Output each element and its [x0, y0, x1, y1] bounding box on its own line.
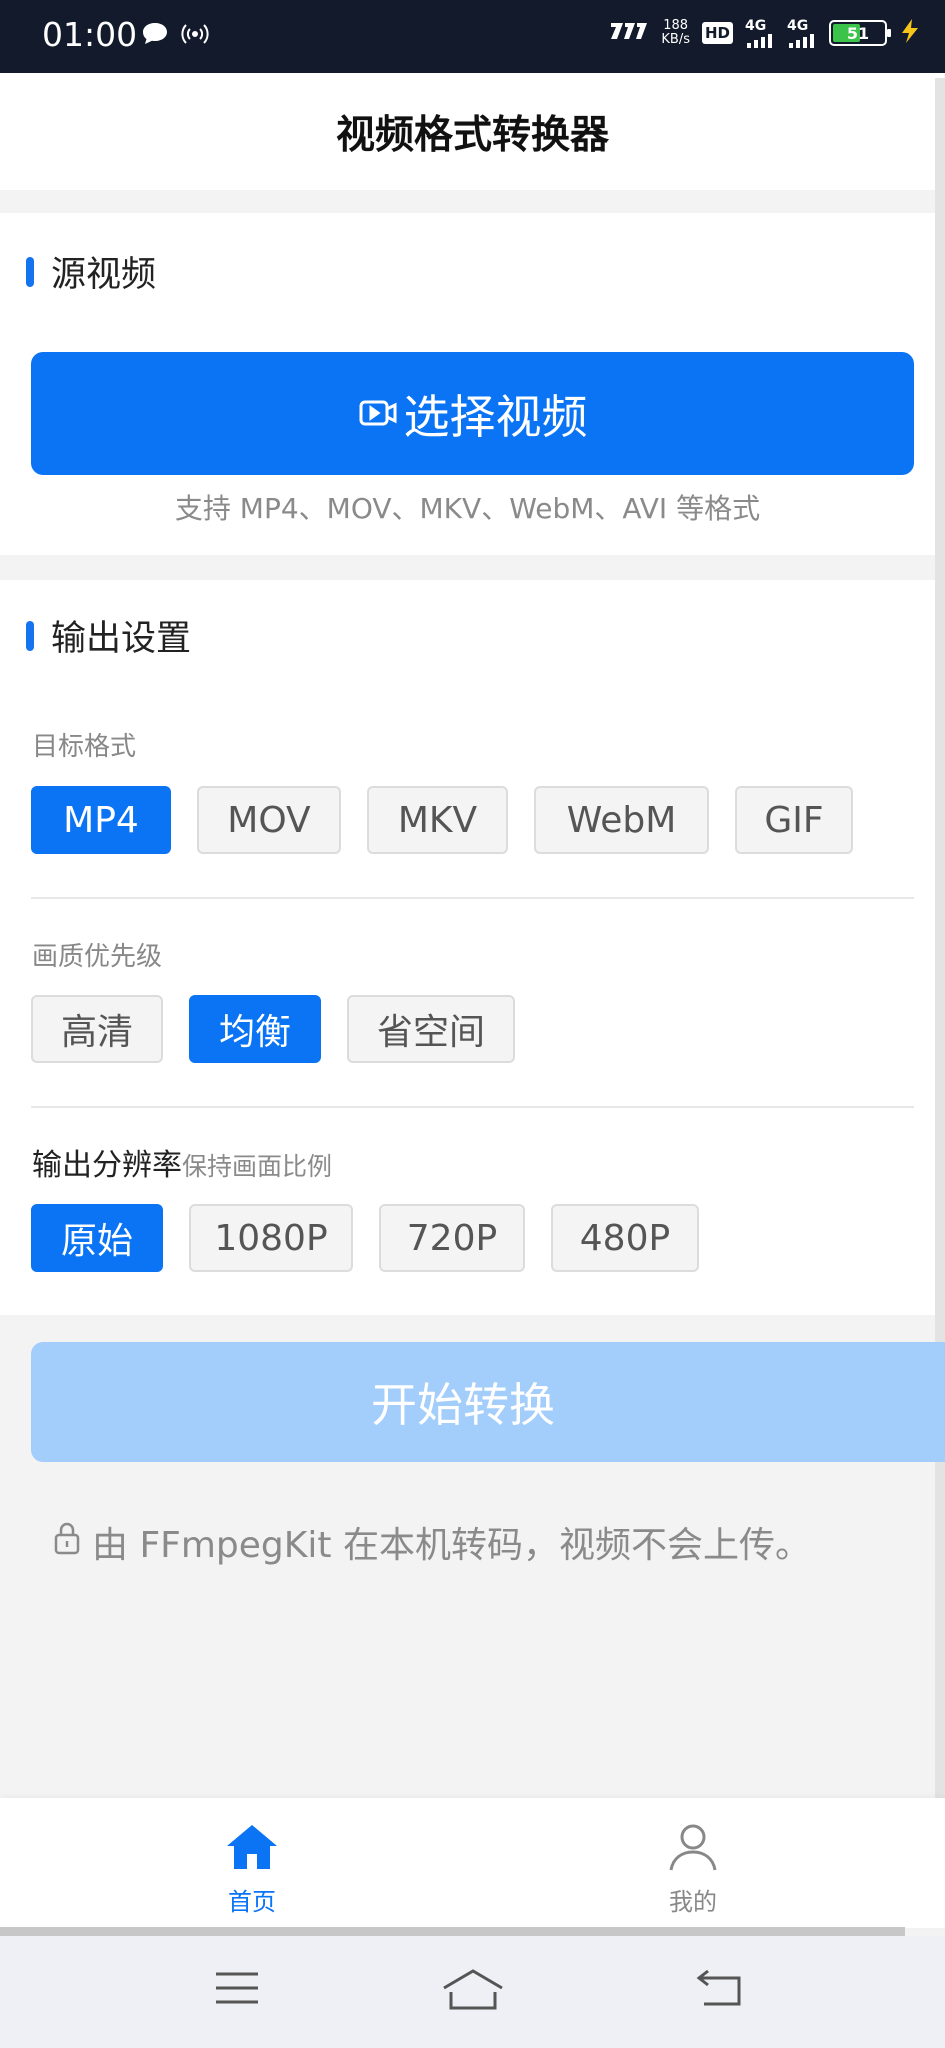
back-icon: [696, 1969, 744, 2012]
resolution-option-720p[interactable]: 720P: [379, 1204, 525, 1272]
quality-option-save-space[interactable]: 省空间: [347, 995, 515, 1063]
charging-icon: [899, 18, 921, 48]
bottom-tab-bar: 首页 我的: [0, 1798, 945, 1928]
format-label: 目标格式: [32, 732, 137, 762]
quality-label: 画质优先级: [32, 942, 163, 972]
source-video-card: 源视频 选择视频 支持 MP4、MOV、MKV、WebM、AVI 等格式: [0, 213, 935, 555]
privacy-note: 由 FFmpegKit 在本机转码，视频不会上传。: [52, 1516, 811, 1568]
menu-nav-button[interactable]: [214, 1968, 260, 2012]
quality-option-hd[interactable]: 高清: [31, 995, 163, 1063]
format-option-mp4[interactable]: MP4: [31, 786, 171, 854]
home-outline-icon: [442, 1969, 504, 2016]
section-marker: [26, 256, 34, 287]
status-bar: 01:00 188 KB/s HD 4G 4G 51: [0, 0, 945, 73]
home-icon: [224, 1822, 280, 1876]
resolution-options: 原始 1080P 720P 480P: [31, 1204, 699, 1272]
format-option-webm[interactable]: WebM: [534, 786, 709, 854]
logo-icon: [607, 19, 649, 47]
resolution-label: 输出分辨率保持画面比例: [32, 1148, 333, 1183]
scrollbar[interactable]: [935, 78, 945, 1828]
resolution-sub-label: 保持画面比例: [182, 1152, 333, 1181]
status-right-icons: 188 KB/s HD 4G 4G 51: [607, 18, 921, 48]
format-options: MP4 MOV MKV WebM GIF: [31, 786, 853, 854]
select-video-button[interactable]: 选择视频: [31, 352, 914, 475]
select-video-label: 选择视频: [403, 389, 588, 444]
resolution-option-480p[interactable]: 480P: [551, 1204, 699, 1272]
hd-icon: HD: [701, 22, 733, 44]
status-time: 01:00: [42, 15, 138, 54]
section-marker: [26, 620, 34, 651]
tab-home-label: 首页: [228, 1888, 276, 1916]
supported-formats-hint: 支持 MP4、MOV、MKV、WebM、AVI 等格式: [174, 492, 761, 525]
output-settings-card: 输出设置 目标格式 MP4 MOV MKV WebM GIF 画质优先级 高清 …: [0, 580, 935, 1315]
tab-me[interactable]: 我的: [593, 1822, 793, 1917]
video-camera-icon: [358, 387, 404, 441]
format-option-mov[interactable]: MOV: [197, 786, 341, 854]
app-header: 视频格式转换器: [0, 73, 945, 190]
lock-icon: [52, 1521, 92, 1564]
signal-4g-1: 4G: [745, 18, 775, 48]
format-option-gif[interactable]: GIF: [735, 786, 853, 854]
tab-home[interactable]: 首页: [152, 1822, 352, 1917]
menu-icon: [214, 1972, 260, 2012]
back-nav-button[interactable]: [696, 1968, 744, 2012]
resolution-option-original[interactable]: 原始: [31, 1204, 163, 1272]
signal-4g-2: 4G: [787, 18, 817, 48]
quality-option-balanced[interactable]: 均衡: [189, 995, 321, 1063]
page-title: 视频格式转换器: [335, 112, 609, 158]
page: 01:00 188 KB/s HD 4G 4G 51 视频格式转换器 源视频 选…: [0, 0, 945, 2048]
source-section-title: 源视频: [26, 246, 156, 297]
broadcast-icon: [180, 20, 210, 52]
home-nav-button[interactable]: [442, 1968, 504, 2016]
format-option-mkv[interactable]: MKV: [367, 786, 508, 854]
battery-icon: 51: [829, 20, 891, 46]
home-indicator: [0, 1927, 905, 1936]
divider: [31, 1106, 914, 1108]
tab-me-label: 我的: [669, 1888, 717, 1916]
chat-icon: [140, 20, 170, 52]
resolution-option-1080p[interactable]: 1080P: [189, 1204, 353, 1272]
net-speed: 188 KB/s: [661, 18, 690, 47]
quality-options: 高清 均衡 省空间: [31, 995, 515, 1063]
system-nav-bar: [0, 1936, 945, 2048]
user-icon: [665, 1822, 721, 1876]
start-conversion-button[interactable]: 开始转换: [31, 1342, 945, 1462]
divider: [31, 897, 914, 899]
output-section-title: 输出设置: [26, 610, 191, 661]
status-left-icons: [140, 20, 210, 52]
